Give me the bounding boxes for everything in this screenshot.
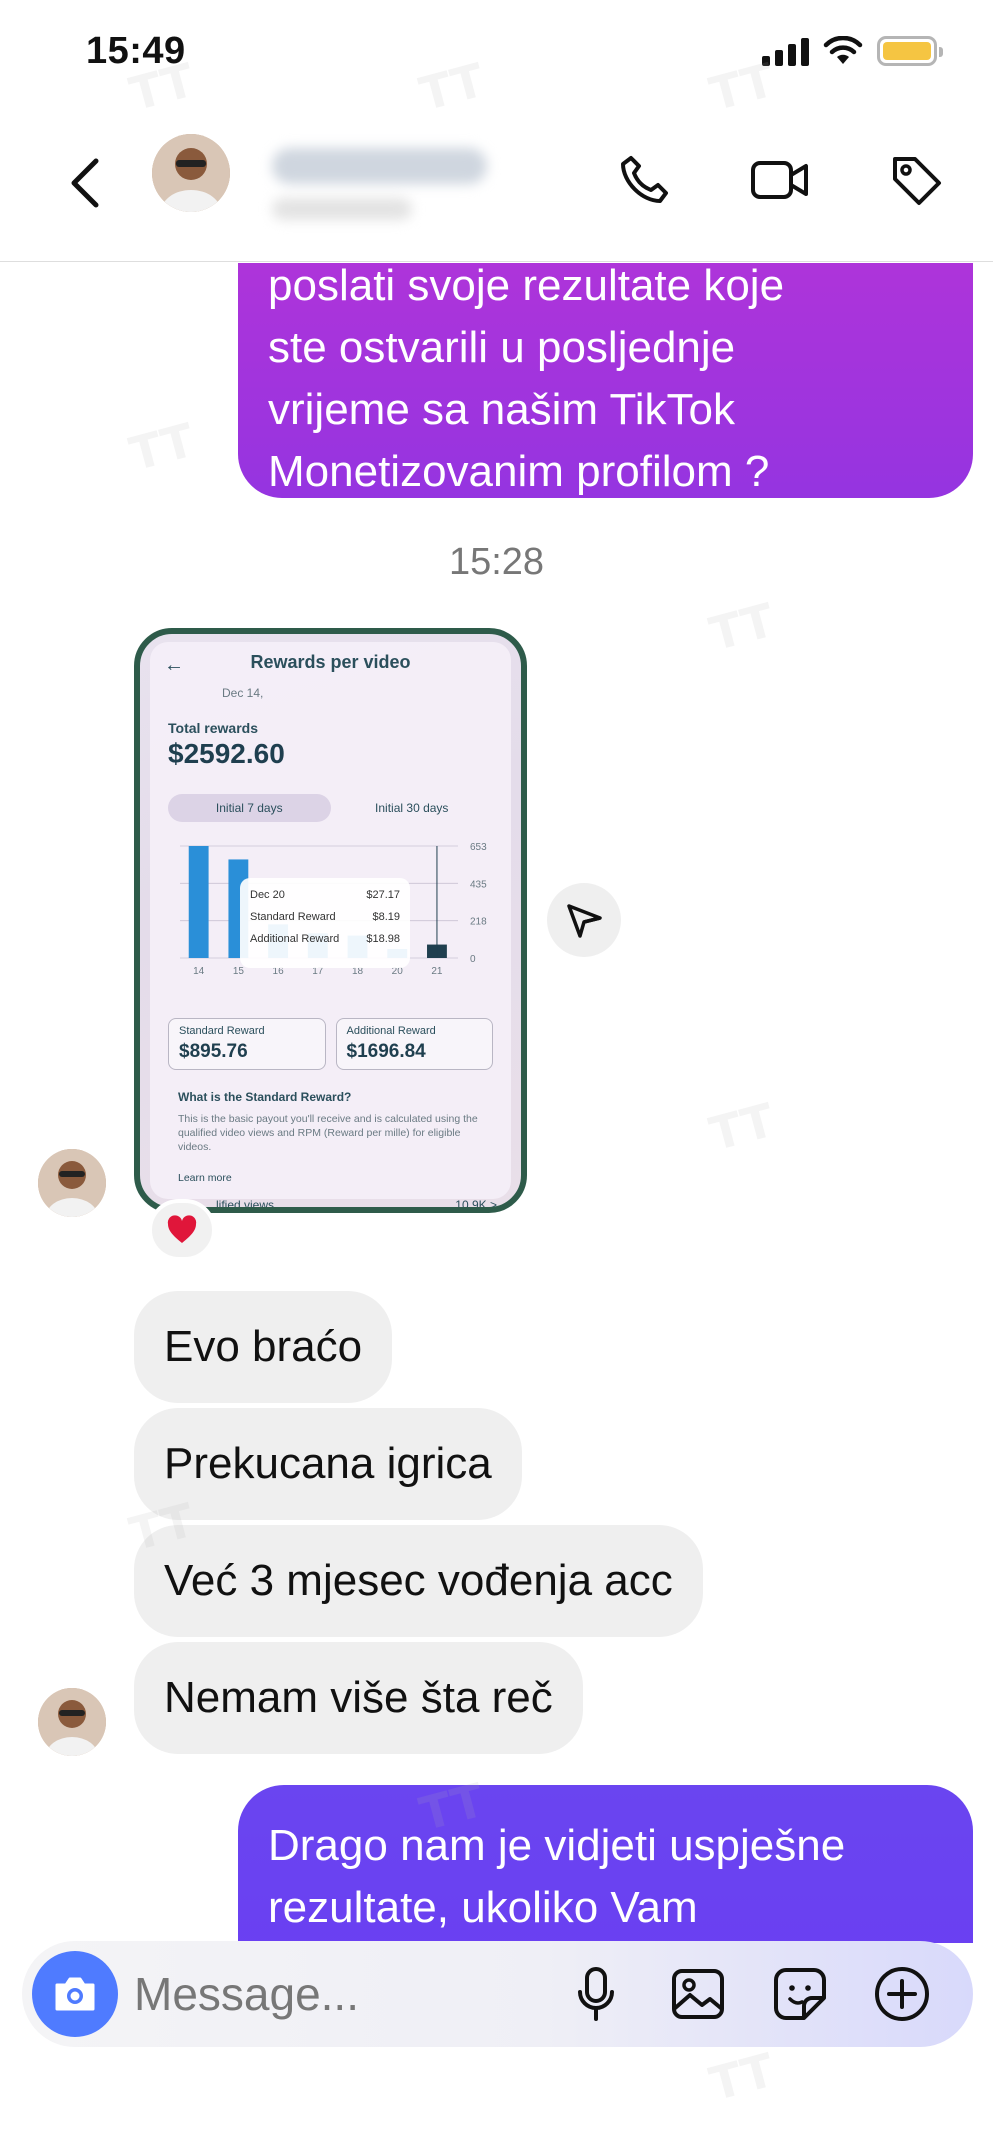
chart-x-tick: 15 [233,966,245,977]
tag-button[interactable] [884,148,948,212]
message-list[interactable]: poslati svoje rezultate koje ste ostvari… [0,263,993,1943]
photo-tabs: Initial 7 days Initial 30 days [168,794,493,822]
photo-title: Rewards per video [250,652,411,672]
camera-button[interactable] [32,1951,118,2037]
send-icon [567,904,602,938]
message-line: poslati svoje rezultate koje [268,263,785,310]
video-call-button[interactable] [748,148,812,212]
status-time: 15:49 [86,30,186,72]
chevron-left-icon [71,158,99,208]
video-camera-icon [751,161,808,199]
chart-y-tick: 435 [470,879,487,890]
photo-chart-tooltip: Dec 20 $27.17 Standard Reward $8.19 Additi… [240,878,410,968]
chat-header [0,110,993,262]
message-line: ste ostvarili u posljednje [268,323,736,372]
back-button[interactable] [60,148,110,218]
wifi-icon [823,36,863,64]
status-bar: 15:49 [0,0,993,110]
message-timestamp: 15:28 [448,541,545,583]
additional-reward-value: $1696.84 [346,1041,426,1062]
tooltip-total: $27.17 [366,889,400,901]
image-icon [672,1969,724,2019]
photo-views-label: ...lified views [206,1198,275,1212]
status-icons [762,36,943,66]
photo-tab: Initial 7 days [168,794,331,822]
message-composer [22,1941,973,2047]
incoming-message-bubble[interactable]: Nemam više šta reč [134,1642,583,1754]
photo-learn-more: Learn more [178,1172,232,1184]
chart-bar [188,846,209,958]
standard-reward-label: Standard Reward [179,1025,265,1037]
chart-y-tick: 218 [470,917,487,928]
photo-screenshot-content: ← Rewards per video Dec 14, Total reward… [150,642,511,1207]
camera-icon [55,1977,95,2011]
message-line: Drago nam je vidjeti uspješne [268,1821,846,1870]
chart-y-tick: 653 [470,842,487,853]
outgoing-message-bubble[interactable]: Drago nam je vidjeti uspješne rezultate,… [238,1785,973,1943]
contact-name-blurred[interactable] [272,148,487,184]
photo-date: Dec 14, [222,686,264,700]
photo-reward-cards: Standard Reward $895.76 Additional Rewar… [168,1018,493,1070]
heart-reaction[interactable] [148,1199,216,1261]
sender-avatar[interactable] [38,1149,106,1217]
message-line: rezultate, ukoliko Vam [268,1883,698,1932]
standard-reward-value: $895.76 [179,1041,248,1062]
contact-avatar[interactable] [152,134,230,212]
tooltip-additional-value: $18.98 [366,933,400,945]
battery-icon [877,36,943,66]
gallery-button[interactable] [667,1961,729,2027]
message-line: vrijeme sa našim TikTok [268,385,736,434]
message-line: Monetizovanim profilom ? [268,447,770,496]
photo-total-label: Total rewards [168,720,258,736]
heart-icon [167,1215,197,1243]
chart-y-tick: 0 [470,954,476,965]
additional-reward-label: Additional Reward [346,1025,436,1037]
voice-message-button[interactable] [565,1961,627,2027]
composer-actions [565,1961,933,2027]
photo-question: What is the Standard Reward? [178,1090,352,1104]
plus-circle-icon [875,1967,929,2021]
message-input[interactable] [134,1941,564,2047]
voice-call-button[interactable] [612,148,676,212]
sticker-icon [774,1968,826,2020]
tooltip-standard-label: Standard Reward [250,911,336,923]
outgoing-message-bubble[interactable]: poslati svoje rezultate koje ste ostvari… [238,263,973,498]
incoming-message-bubble[interactable]: Prekucana igrica [134,1408,522,1520]
additional-reward-card: Additional Reward $1696.84 [335,1018,493,1070]
phone-icon [621,156,668,203]
chart-x-tick: 21 [431,966,443,977]
photo-total-value: $2592.60 [168,738,285,769]
cellular-signal-icon [762,36,809,66]
tooltip-date: Dec 20 [250,889,285,901]
more-options-button[interactable] [871,1961,933,2027]
tag-icon [893,157,941,205]
chart-x-tick: 14 [193,966,205,977]
contact-subtitle-blurred [272,198,412,220]
shared-photo-message[interactable]: ← Rewards per video Dec 14, Total reward… [134,628,527,1213]
share-button[interactable] [547,883,621,957]
sender-avatar[interactable] [38,1688,106,1756]
microphone-icon [578,1967,614,2021]
photo-views-value: 10.9K > [455,1198,497,1212]
incoming-message-bubble[interactable]: Evo braćo [134,1291,393,1403]
photo-description: This is the basic payout you'll receive … [178,1113,478,1153]
incoming-message-bubble[interactable]: Već 3 mjesec vođenja acc [134,1525,703,1637]
tooltip-additional-label: Additional Reward [250,933,340,945]
sticker-button[interactable] [769,1961,831,2027]
header-actions [612,148,948,212]
tooltip-standard-value: $8.19 [372,911,400,923]
photo-tab: Initial 30 days [375,801,449,815]
standard-reward-card: Standard Reward $895.76 [168,1018,326,1070]
watermark: TT [704,2042,780,2112]
